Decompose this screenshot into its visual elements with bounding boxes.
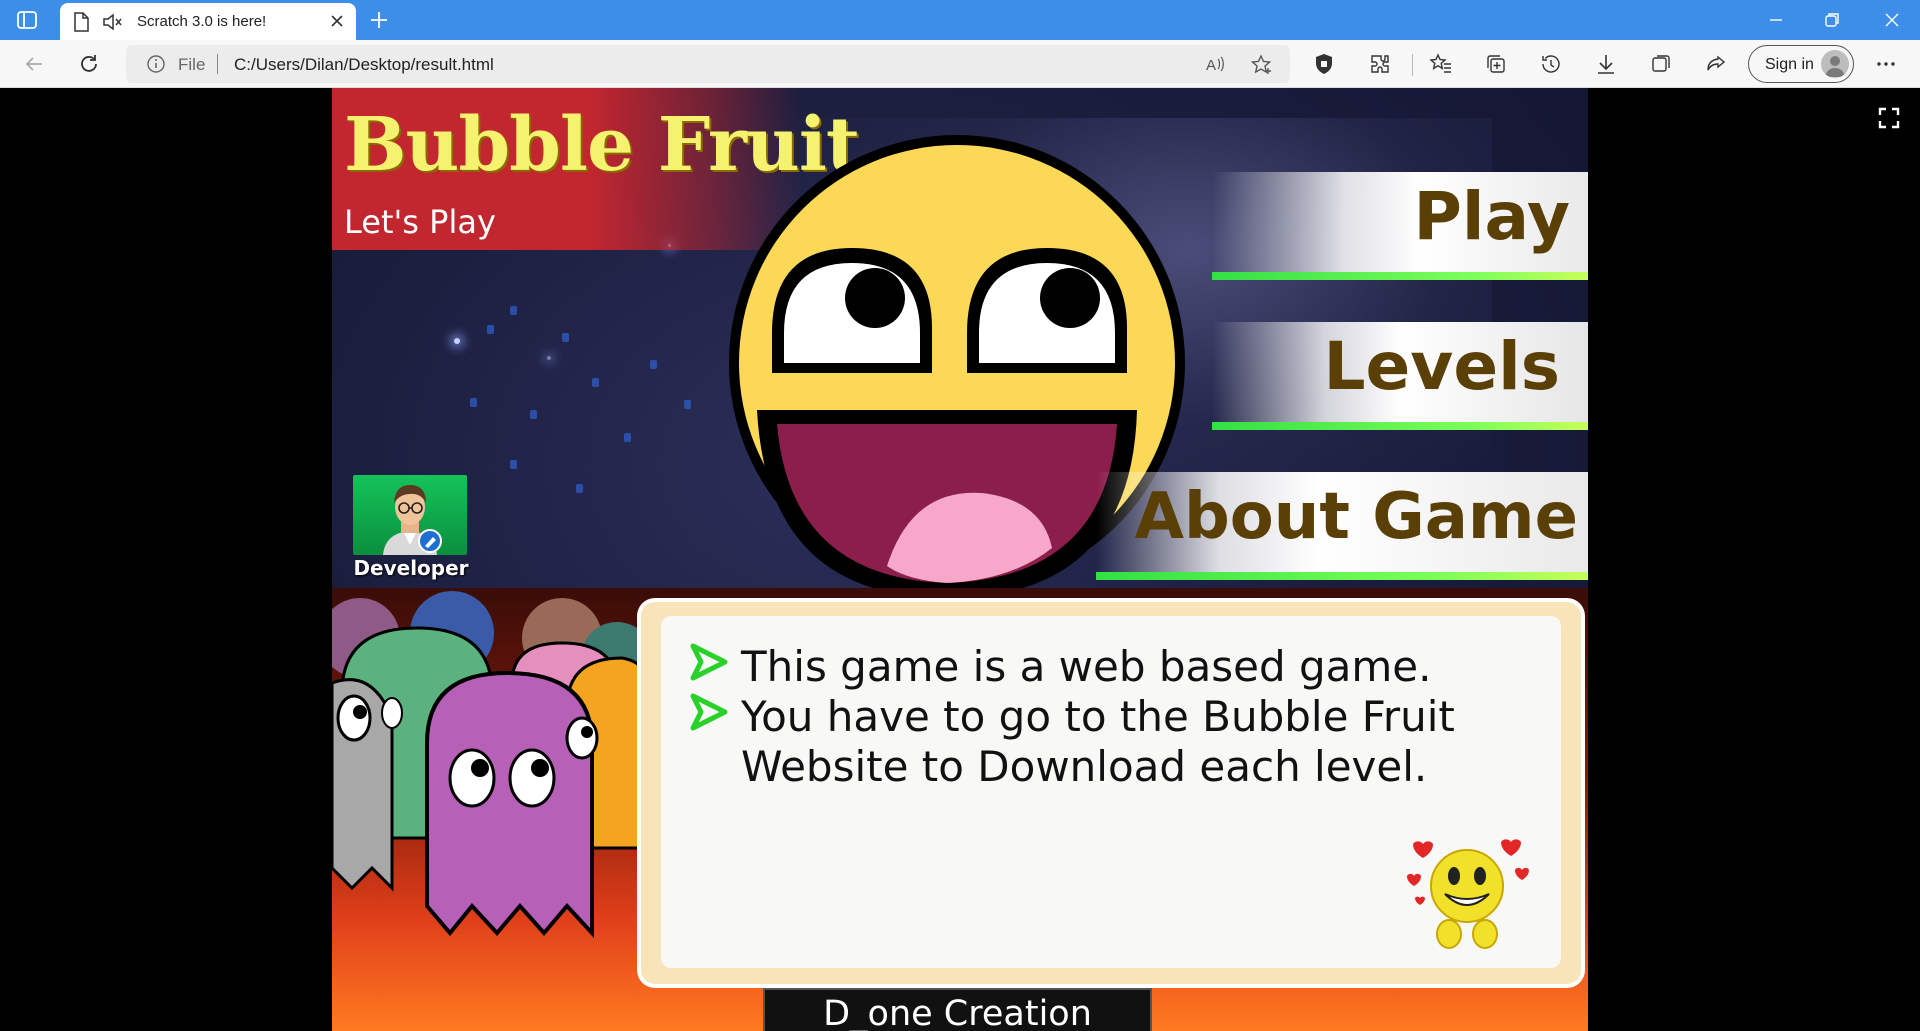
floating-dot: [510, 306, 517, 315]
menu-underline: [1212, 422, 1588, 430]
address-separator: [217, 54, 218, 74]
close-window-icon[interactable]: [1880, 8, 1904, 32]
floating-dot: [576, 484, 583, 493]
credit-bar: D_one Creation: [763, 988, 1152, 1031]
sign-in-button[interactable]: Sign in: [1748, 45, 1854, 83]
arrow-bullet-icon: [690, 693, 728, 731]
levels-button[interactable]: Levels: [1212, 322, 1588, 430]
credit-text: D_one Creation: [823, 994, 1092, 1031]
info-line-1: This game is a web based game.: [741, 642, 1432, 691]
developer-label: Developer: [353, 556, 469, 580]
levels-label: Levels: [1323, 328, 1560, 405]
browser-toolbar: File C:/Users/Dilan/Desktop/result.html …: [0, 40, 1920, 88]
about-info-panel: This game is a web based game. You have …: [641, 602, 1581, 984]
info-line-3: Website to Download each level.: [741, 742, 1428, 791]
back-icon[interactable]: [22, 52, 46, 76]
info-panel-inner: This game is a web based game. You have …: [661, 616, 1561, 968]
downloads-icon[interactable]: [1594, 52, 1618, 76]
collections-icon[interactable]: [1484, 52, 1508, 76]
subtitle: Let's Play: [344, 203, 496, 241]
restore-icon[interactable]: [1820, 8, 1844, 32]
share-icon[interactable]: [1704, 52, 1728, 76]
floating-dot: [684, 400, 691, 409]
floating-dot: [487, 325, 494, 334]
close-tab-icon[interactable]: [328, 12, 346, 35]
svg-text:A: A: [1206, 57, 1216, 74]
mute-icon[interactable]: [102, 12, 124, 37]
play-button[interactable]: Play: [1212, 172, 1588, 280]
history-icon[interactable]: [1539, 52, 1563, 76]
refresh-icon[interactable]: [77, 52, 101, 76]
add-favorite-icon[interactable]: [1250, 53, 1274, 82]
more-menu-icon[interactable]: [1874, 52, 1898, 76]
tab-title: Scratch 3.0 is here!: [137, 13, 267, 30]
site-info-icon[interactable]: [146, 54, 166, 79]
profile-avatar-icon: [1821, 50, 1849, 78]
floating-dot: [650, 360, 657, 369]
floating-dot: [530, 410, 537, 419]
favorites-icon[interactable]: [1429, 52, 1453, 76]
developer-button[interactable]: [353, 475, 467, 555]
floating-dot: [592, 378, 599, 387]
info-line-2: You have to go to the Bubble Fruit: [741, 692, 1455, 741]
about-game-button[interactable]: About Game: [1096, 472, 1588, 580]
page-icon: [72, 12, 90, 37]
sparkle-star: [547, 356, 551, 360]
menu-underline: [1212, 272, 1588, 280]
menu-underline: [1096, 572, 1588, 580]
floating-dot: [624, 433, 631, 442]
scheme-label: File: [178, 55, 206, 74]
game-stage[interactable]: Bubble Fruit Let's Play Play Levels Abou…: [332, 88, 1588, 1031]
minimize-icon[interactable]: [1764, 8, 1788, 32]
play-label: Play: [1413, 178, 1570, 255]
arrow-bullet-icon: [690, 643, 728, 681]
developer-avatar-icon: [383, 485, 442, 555]
address-bar[interactable]: File C:/Users/Dilan/Desktop/result.html …: [126, 45, 1290, 83]
fullscreen-icon[interactable]: [1878, 107, 1900, 134]
ghost-crowd-icon: [332, 591, 652, 939]
extensions-icon[interactable]: [1368, 52, 1392, 76]
browser-titlebar: Scratch 3.0 is here!: [0, 0, 1920, 40]
floating-dot: [562, 333, 569, 342]
url-text[interactable]: C:/Users/Dilan/Desktop/result.html: [234, 55, 494, 75]
tab-actions-icon[interactable]: [16, 9, 38, 31]
about-game-label: About Game: [1134, 480, 1578, 554]
floating-dot: [510, 460, 517, 469]
new-tab-icon[interactable]: [368, 9, 390, 36]
floating-dot: [470, 398, 477, 407]
shield-extension-icon[interactable]: [1312, 52, 1336, 76]
toolbar-divider: [1412, 54, 1413, 76]
love-smiley-icon: [1407, 839, 1529, 949]
page-viewport: Bubble Fruit Let's Play Play Levels Abou…: [0, 88, 1920, 1031]
browser-tab[interactable]: Scratch 3.0 is here!: [60, 3, 356, 40]
sign-in-label: Sign in: [1765, 56, 1814, 73]
screenshot-icon[interactable]: [1649, 52, 1673, 76]
sparkle-star: [454, 338, 460, 344]
read-aloud-icon[interactable]: A: [1204, 53, 1226, 80]
